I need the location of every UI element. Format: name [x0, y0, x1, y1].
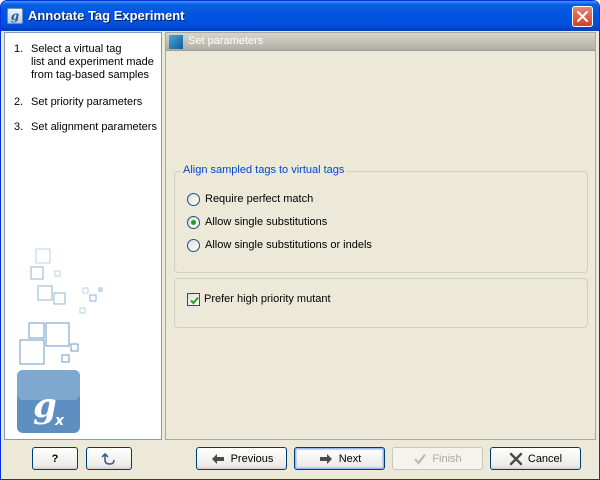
arrow-right-icon [318, 453, 334, 465]
radio-allow-substitutions-or-indels[interactable]: Allow single substitutions or indels [187, 237, 372, 253]
previous-label: Previous [230, 452, 274, 465]
align-group-title: Align sampled tags to virtual tags [181, 164, 347, 176]
x-icon [509, 452, 523, 466]
dialog-window: g Annotate Tag Experiment 1. Select a vi… [0, 0, 600, 480]
app-logo-icon: g [7, 8, 23, 24]
cancel-label: Cancel [527, 452, 563, 465]
wizard-steps-panel: 1. Select a virtual tag list and experim… [4, 32, 162, 440]
parameters-panel: Set parameters Align sampled tags to vir… [165, 32, 596, 440]
prefer-high-priority-checkbox[interactable] [187, 292, 200, 306]
section-title: Set parameters [188, 35, 264, 47]
radio-require-perfect-match[interactable]: Require perfect match [187, 191, 313, 207]
next-button[interactable]: Next [294, 447, 385, 470]
checkbox-label: Prefer high priority mutant [204, 293, 331, 305]
arrow-left-icon [210, 453, 226, 465]
radio-button-selected[interactable] [187, 215, 200, 229]
priority-group: Prefer high priority mutant [174, 278, 588, 328]
reset-icon [101, 452, 115, 465]
title-bar[interactable]: g Annotate Tag Experiment [1, 1, 599, 31]
finish-label: Finish [432, 452, 462, 465]
close-button[interactable] [572, 6, 593, 27]
checkmark-icon [190, 296, 199, 304]
radio-allow-single-substitutions[interactable]: Allow single substitutions [187, 214, 327, 230]
cancel-button[interactable]: Cancel [490, 447, 581, 470]
radio-button[interactable] [187, 192, 200, 206]
reset-button[interactable] [86, 447, 132, 470]
prefer-high-priority-checkbox-row[interactable]: Prefer high priority mutant [187, 291, 331, 307]
close-icon [577, 11, 588, 22]
next-label: Next [338, 452, 362, 465]
radio-label: Require perfect match [205, 193, 314, 205]
radio-button[interactable] [187, 238, 200, 252]
window-title: Annotate Tag Experiment [28, 8, 185, 23]
svg-text:x: x [54, 413, 65, 429]
radio-label: Allow single substitutions [205, 216, 328, 228]
help-icon: ? [51, 452, 59, 465]
checkmark-icon [413, 453, 427, 465]
section-marker-icon [169, 35, 183, 49]
section-header: Set parameters [166, 33, 595, 51]
svg-text:g: g [33, 386, 57, 426]
decorative-squares-icon: g x [17, 248, 103, 433]
previous-button[interactable]: Previous [196, 447, 287, 470]
help-button[interactable]: ? [32, 447, 78, 470]
radio-label: Allow single substitutions or indels [205, 239, 372, 251]
align-group: Align sampled tags to virtual tags Requi… [174, 164, 588, 273]
finish-button: Finish [392, 447, 483, 470]
